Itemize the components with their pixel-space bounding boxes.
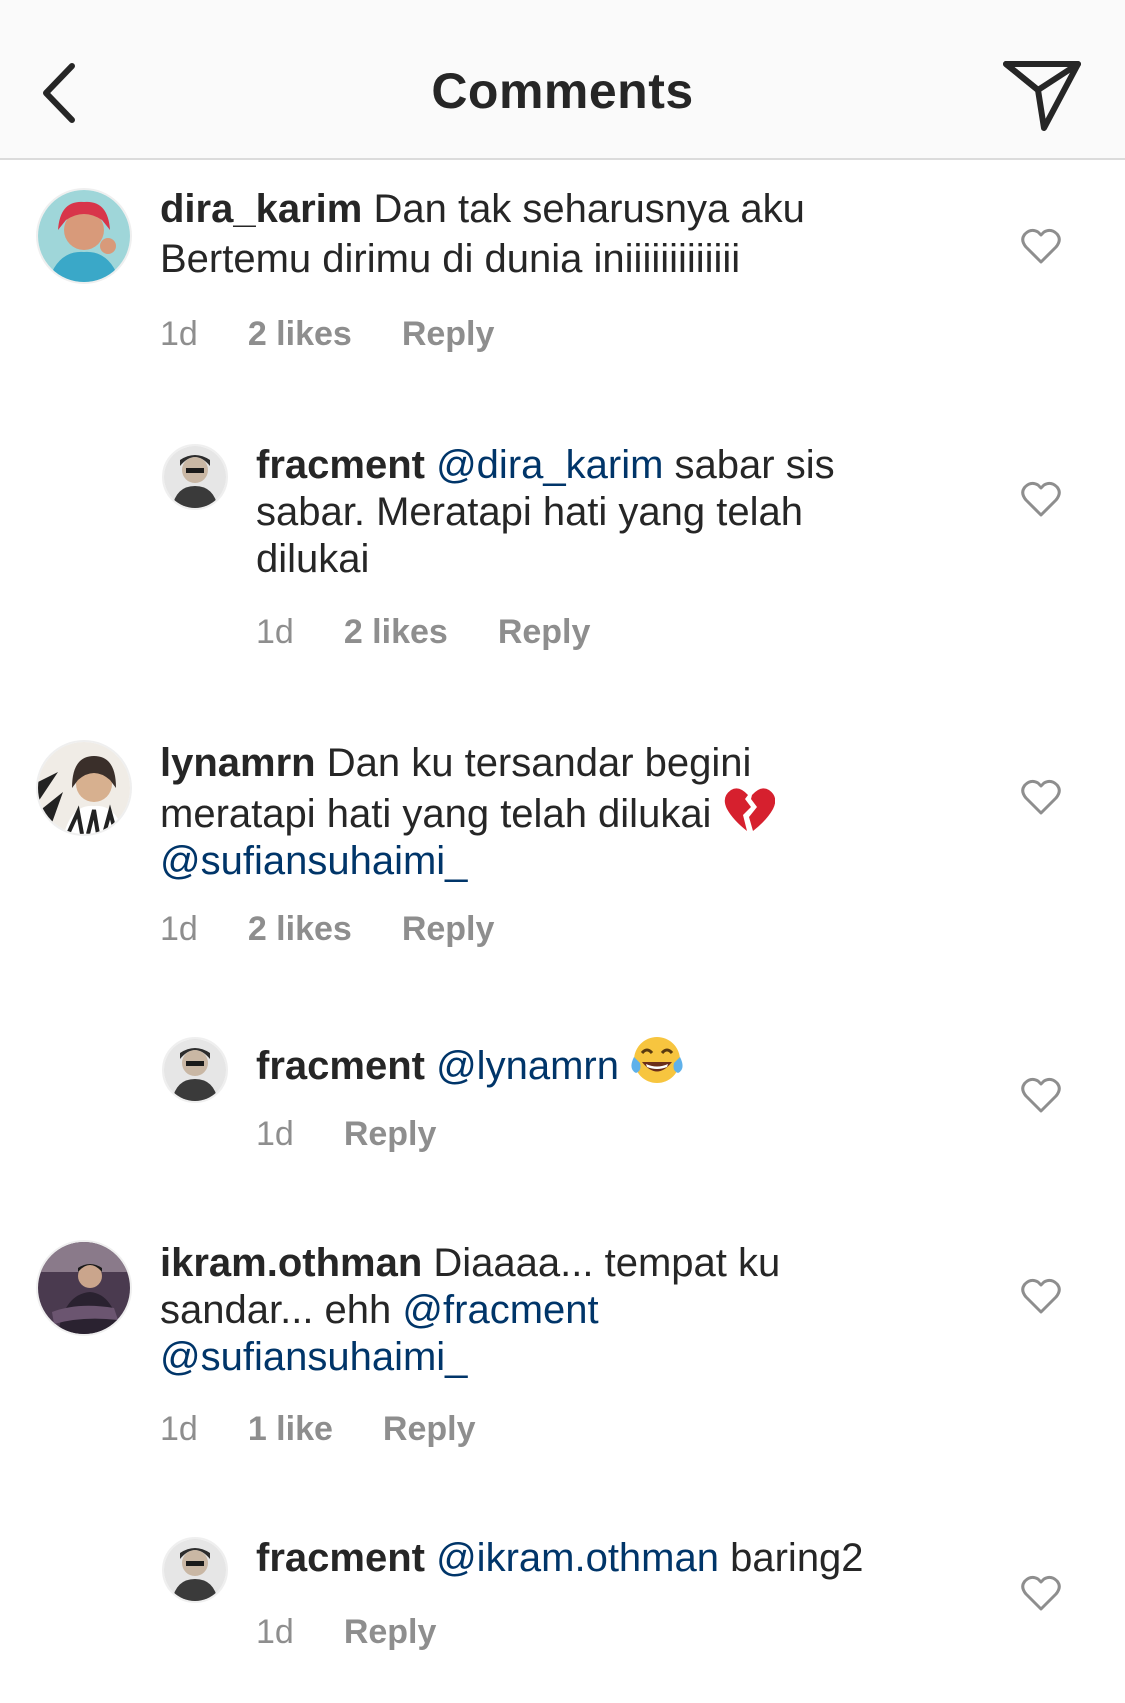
comment-username[interactable]: fracment	[256, 1044, 425, 1088]
comment-likes[interactable]: 2 likes	[248, 910, 352, 948]
avatar[interactable]	[162, 1037, 228, 1103]
comment-text: fracment @lynamrn	[256, 1035, 956, 1090]
tears-of-joy-icon	[631, 1037, 683, 1083]
send-button[interactable]	[1000, 58, 1084, 134]
avatar[interactable]	[162, 1537, 228, 1603]
heart-icon[interactable]	[1021, 1575, 1061, 1611]
comment-likes[interactable]: 2 likes	[248, 315, 352, 353]
comment-text: lynamrn Dan ku tersandar begini meratapi…	[160, 740, 960, 885]
comment-time: 1d	[256, 1613, 294, 1651]
mention-link[interactable]: @sufiansuhaimi_	[160, 839, 467, 883]
heart-icon[interactable]	[1021, 481, 1061, 517]
comment-time: 1d	[160, 315, 198, 353]
reply-button[interactable]: Reply	[402, 315, 495, 353]
comment-likes[interactable]: 2 likes	[344, 613, 448, 651]
mention-link[interactable]: @lynamrn	[436, 1044, 619, 1088]
comment-time: 1d	[256, 1115, 294, 1153]
comment-text: fracment @dira_karim sabar sis sabar. Me…	[256, 443, 835, 581]
mention-link[interactable]: @sufiansuhaimi_	[160, 1335, 467, 1379]
heart-icon[interactable]	[1021, 779, 1061, 815]
avatar[interactable]	[36, 188, 132, 284]
heart-icon[interactable]	[1021, 228, 1061, 264]
mention-link[interactable]: @ikram.othman	[436, 1536, 719, 1580]
reply-button[interactable]: Reply	[344, 1115, 437, 1153]
reply-button[interactable]: Reply	[402, 910, 495, 948]
heart-icon[interactable]	[1021, 1278, 1061, 1314]
comment-time: 1d	[160, 1410, 198, 1448]
reply-button[interactable]: Reply	[344, 1613, 437, 1651]
avatar[interactable]	[36, 740, 132, 836]
comment-text: dira_karim Dan tak seharusnya aku Bertem…	[160, 187, 805, 281]
comment-username[interactable]: fracment	[256, 443, 425, 487]
comment-meta: 1d Reply	[256, 1115, 436, 1154]
comment-meta: 1d 1 like Reply	[160, 1410, 476, 1449]
comment-time: 1d	[256, 613, 294, 651]
comment-text: ikram.othman Diaaaa... tempat ku sandar.…	[160, 1241, 781, 1379]
comment-username[interactable]: lynamrn	[160, 741, 316, 785]
comment-likes[interactable]: 1 like	[248, 1410, 333, 1448]
header-bar: Comments	[0, 0, 1125, 160]
comment-meta: 1d 2 likes Reply	[160, 910, 494, 949]
send-icon	[1003, 61, 1081, 131]
mention-link[interactable]: @fracment	[402, 1288, 598, 1332]
broken-heart-icon	[724, 788, 775, 831]
comment-meta: 1d 2 likes Reply	[160, 315, 494, 354]
mention-link[interactable]: @dira_karim	[436, 443, 663, 487]
comment-username[interactable]: fracment	[256, 1536, 425, 1580]
comment-meta: 1d Reply	[256, 1613, 436, 1652]
comment-time: 1d	[160, 910, 198, 948]
heart-icon[interactable]	[1021, 1077, 1061, 1113]
avatar[interactable]	[162, 444, 228, 510]
comment-meta: 1d 2 likes Reply	[256, 613, 590, 652]
comment-text: fracment @ikram.othman baring2	[256, 1536, 864, 1580]
comment-username[interactable]: ikram.othman	[160, 1241, 422, 1285]
reply-button[interactable]: Reply	[383, 1410, 476, 1448]
avatar[interactable]	[36, 1240, 132, 1336]
page-title: Comments	[431, 63, 694, 119]
reply-button[interactable]: Reply	[498, 613, 591, 651]
comment-username[interactable]: dira_karim	[160, 187, 362, 231]
